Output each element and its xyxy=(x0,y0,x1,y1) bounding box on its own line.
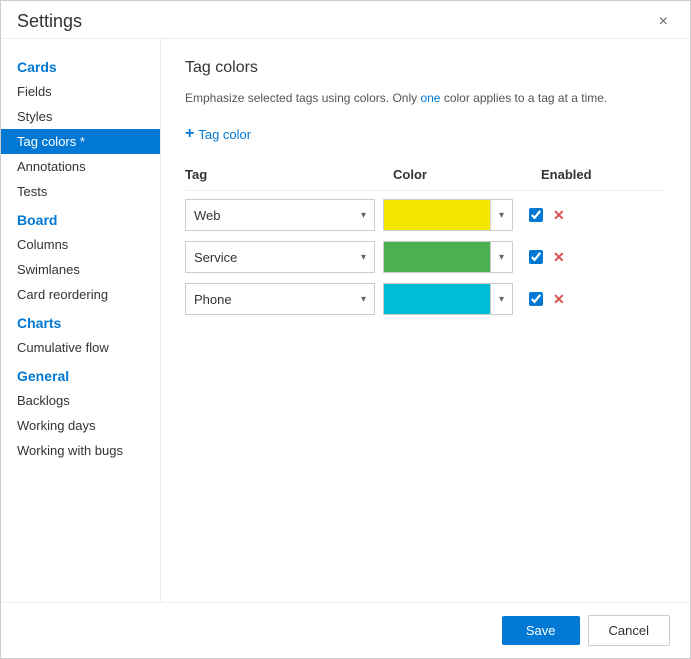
color-picker-phone[interactable]: ▾ xyxy=(383,283,513,315)
table-row: Web ▾ ▾ ✕ xyxy=(185,199,666,231)
sidebar-item-card-reordering[interactable]: Card reordering xyxy=(1,282,160,307)
main-content: Tag colors Emphasize selected tags using… xyxy=(161,39,690,602)
save-button[interactable]: Save xyxy=(502,616,580,645)
plus-icon: + xyxy=(185,125,194,143)
description-before: Emphasize selected tags using colors. On… xyxy=(185,91,420,105)
tag-value-service: Service xyxy=(194,250,237,265)
enabled-checkbox-phone[interactable] xyxy=(529,292,543,306)
description-highlight: one xyxy=(420,91,440,105)
chevron-down-icon: ▾ xyxy=(361,252,366,263)
sidebar-item-working-days[interactable]: Working days xyxy=(1,413,160,438)
color-swatch-service xyxy=(384,242,490,272)
sidebar-item-cumulative-flow[interactable]: Cumulative flow xyxy=(1,335,160,360)
sidebar-item-annotations[interactable]: Annotations xyxy=(1,154,160,179)
cancel-button[interactable]: Cancel xyxy=(588,615,670,646)
close-button[interactable]: × xyxy=(653,12,674,32)
table-header: Tag Color Enabled xyxy=(185,163,666,191)
table-row: Phone ▾ ▾ ✕ xyxy=(185,283,666,315)
color-swatch-web xyxy=(384,200,490,230)
add-tag-color-button[interactable]: + Tag color xyxy=(185,121,251,147)
delete-button-phone[interactable]: ✕ xyxy=(549,289,569,310)
description-after: color applies to a tag at a time. xyxy=(440,91,607,105)
chevron-down-icon: ▾ xyxy=(361,294,366,305)
tag-table: Tag Color Enabled Web ▾ ▾ xyxy=(185,163,666,315)
sidebar-item-tag-colors[interactable]: Tag colors * xyxy=(1,129,160,154)
row-actions-phone: ✕ xyxy=(529,289,569,310)
row-actions-service: ✕ xyxy=(529,247,569,268)
description: Emphasize selected tags using colors. On… xyxy=(185,89,666,107)
sidebar-section-general: General xyxy=(1,360,160,388)
col-header-tag: Tag xyxy=(185,167,385,182)
enabled-checkbox-service[interactable] xyxy=(529,250,543,264)
delete-button-service[interactable]: ✕ xyxy=(549,247,569,268)
row-actions-web: ✕ xyxy=(529,205,569,226)
tag-value-phone: Phone xyxy=(194,292,232,307)
sidebar-item-fields[interactable]: Fields xyxy=(1,79,160,104)
sidebar-item-styles[interactable]: Styles xyxy=(1,104,160,129)
color-dropdown-arrow-web[interactable]: ▾ xyxy=(490,200,512,230)
add-btn-label: Tag color xyxy=(198,127,251,142)
sidebar-item-swimlanes[interactable]: Swimlanes xyxy=(1,257,160,282)
sidebar-section-cards: Cards xyxy=(1,51,160,79)
col-header-color: Color xyxy=(385,167,525,182)
sidebar-section-charts: Charts xyxy=(1,307,160,335)
color-swatch-phone xyxy=(384,284,490,314)
chevron-down-icon: ▾ xyxy=(361,210,366,221)
dialog-footer: Save Cancel xyxy=(1,602,690,658)
enabled-checkbox-web[interactable] xyxy=(529,208,543,222)
sidebar-section-board: Board xyxy=(1,204,160,232)
tag-dropdown-phone[interactable]: Phone ▾ xyxy=(185,283,375,315)
sidebar-item-backlogs[interactable]: Backlogs xyxy=(1,388,160,413)
dialog-body: Cards Fields Styles Tag colors * Annotat… xyxy=(1,39,690,602)
sidebar-item-working-with-bugs[interactable]: Working with bugs xyxy=(1,438,160,463)
sidebar: Cards Fields Styles Tag colors * Annotat… xyxy=(1,39,161,602)
tag-dropdown-web[interactable]: Web ▾ xyxy=(185,199,375,231)
col-header-enabled: Enabled xyxy=(525,167,666,182)
color-picker-service[interactable]: ▾ xyxy=(383,241,513,273)
dialog-title: Settings xyxy=(17,11,82,32)
sidebar-item-columns[interactable]: Columns xyxy=(1,232,160,257)
sidebar-item-tests[interactable]: Tests xyxy=(1,179,160,204)
color-picker-web[interactable]: ▾ xyxy=(383,199,513,231)
table-row: Service ▾ ▾ ✕ xyxy=(185,241,666,273)
tag-value-web: Web xyxy=(194,208,221,223)
settings-dialog: Settings × Cards Fields Styles Tag color… xyxy=(0,0,691,659)
tag-dropdown-service[interactable]: Service ▾ xyxy=(185,241,375,273)
delete-button-web[interactable]: ✕ xyxy=(549,205,569,226)
color-dropdown-arrow-phone[interactable]: ▾ xyxy=(490,284,512,314)
section-title: Tag colors xyxy=(185,59,666,77)
dialog-header: Settings × xyxy=(1,1,690,39)
color-dropdown-arrow-service[interactable]: ▾ xyxy=(490,242,512,272)
